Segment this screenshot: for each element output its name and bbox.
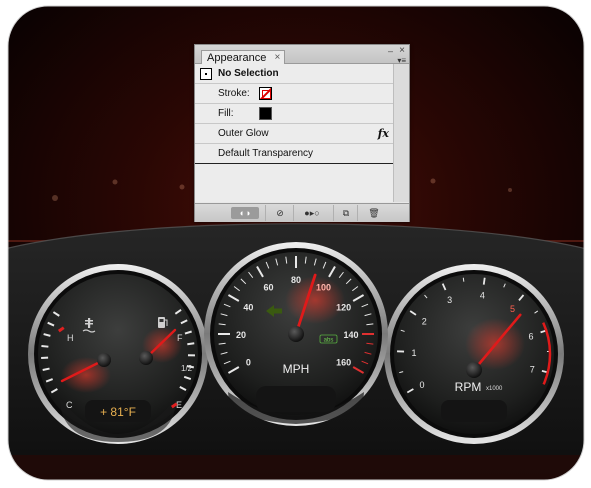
tab-label: Appearance <box>207 52 267 64</box>
speed-tick-label: 20 <box>236 330 246 340</box>
selection-indicator-icon <box>200 68 212 80</box>
duplicate-item-icon[interactable]: ⧉ <box>339 207 353 219</box>
temp-hot-label: H <box>67 333 74 343</box>
fuel-half-label: 1/2 <box>181 364 193 373</box>
tachometer-gauge: 0 1 2 3 4 5 6 7 RPM x1000 <box>384 264 564 444</box>
selection-label: No Selection <box>218 68 279 79</box>
outer-glow-label: Outer Glow <box>218 128 269 139</box>
fuel-temp-gauge: + 81°F H C F 1/2 E <box>28 264 208 444</box>
speed-tick-label: 60 <box>263 282 273 292</box>
clear-appearance-icon[interactable]: ⊘ <box>273 207 287 219</box>
stroke-row[interactable]: Stroke: <box>195 84 393 104</box>
temp-cold-label: C <box>66 400 73 410</box>
temp-tick <box>42 367 50 371</box>
rpm-tick-label: 3 <box>447 295 452 305</box>
mph-unit-label: MPH <box>283 362 310 376</box>
outer-glow-row[interactable]: Outer Glow fx <box>195 124 393 144</box>
rpm-tick-label: 1 <box>412 348 417 358</box>
transparency-row[interactable]: Default Transparency <box>195 144 393 164</box>
delete-item-icon[interactable]: 🗑 <box>367 207 381 219</box>
speed-tick-label: 160 <box>336 358 351 368</box>
fx-icon[interactable]: fx <box>378 124 389 143</box>
minimize-button[interactable]: ‒ <box>388 46 393 56</box>
rpm-tick-label: 0 <box>420 380 425 390</box>
rpm-tick-label: 7 <box>530 365 535 375</box>
fill-swatch[interactable] <box>259 107 272 120</box>
selection-row[interactable]: No Selection <box>195 64 393 84</box>
transparency-label: Default Transparency <box>218 148 314 159</box>
speed-tick-label: 140 <box>343 330 358 340</box>
tab-appearance[interactable]: Appearance × <box>201 50 286 65</box>
close-panel-button[interactable]: × <box>399 45 405 56</box>
rpm-tick <box>462 277 465 282</box>
visibility-toggle-icon[interactable]: ◐◑ <box>231 207 259 219</box>
fill-label: Fill: <box>218 108 234 119</box>
panel-body: No Selection Stroke: Fill: Outer Glow fx… <box>195 64 409 202</box>
reduce-to-basic-icon[interactable]: ●▸○ <box>297 207 327 219</box>
abs-label: abs <box>324 338 334 344</box>
panel-header[interactable]: ‒ × Appearance × ▾≡ <box>195 45 409 65</box>
rpm-unit-label: RPM <box>455 380 482 394</box>
rpm-tick <box>482 277 486 285</box>
speed-tick-label: 40 <box>243 303 253 313</box>
fill-row[interactable]: Fill: <box>195 104 393 124</box>
stroke-label: Stroke: <box>218 88 250 99</box>
rpm-tick-label: 2 <box>422 316 427 326</box>
tab-close-icon[interactable]: × <box>274 51 280 65</box>
temp-tick <box>41 344 49 348</box>
appearance-panel[interactable]: ‒ × Appearance × ▾≡ No Selection Stroke:… <box>194 44 410 222</box>
speed-tick-label: 0 <box>246 358 251 368</box>
rpm-tick-label: 5 <box>510 304 515 314</box>
panel-scrollbar[interactable] <box>393 64 409 202</box>
rpm-tick-label: 4 <box>480 291 485 301</box>
fuel-tick <box>187 342 195 346</box>
panel-footer: ◐◑ ⊘ ●▸○ ⧉ 🗑 <box>195 203 409 222</box>
temperature-readout: + 81°F <box>100 405 136 419</box>
stroke-swatch[interactable] <box>259 87 272 100</box>
speedometer-gauge: 020406080100120140160 MPH abs <box>204 242 388 426</box>
rpm-tick-label: 6 <box>529 331 534 341</box>
rpm-multiplier-label: x1000 <box>486 386 503 392</box>
